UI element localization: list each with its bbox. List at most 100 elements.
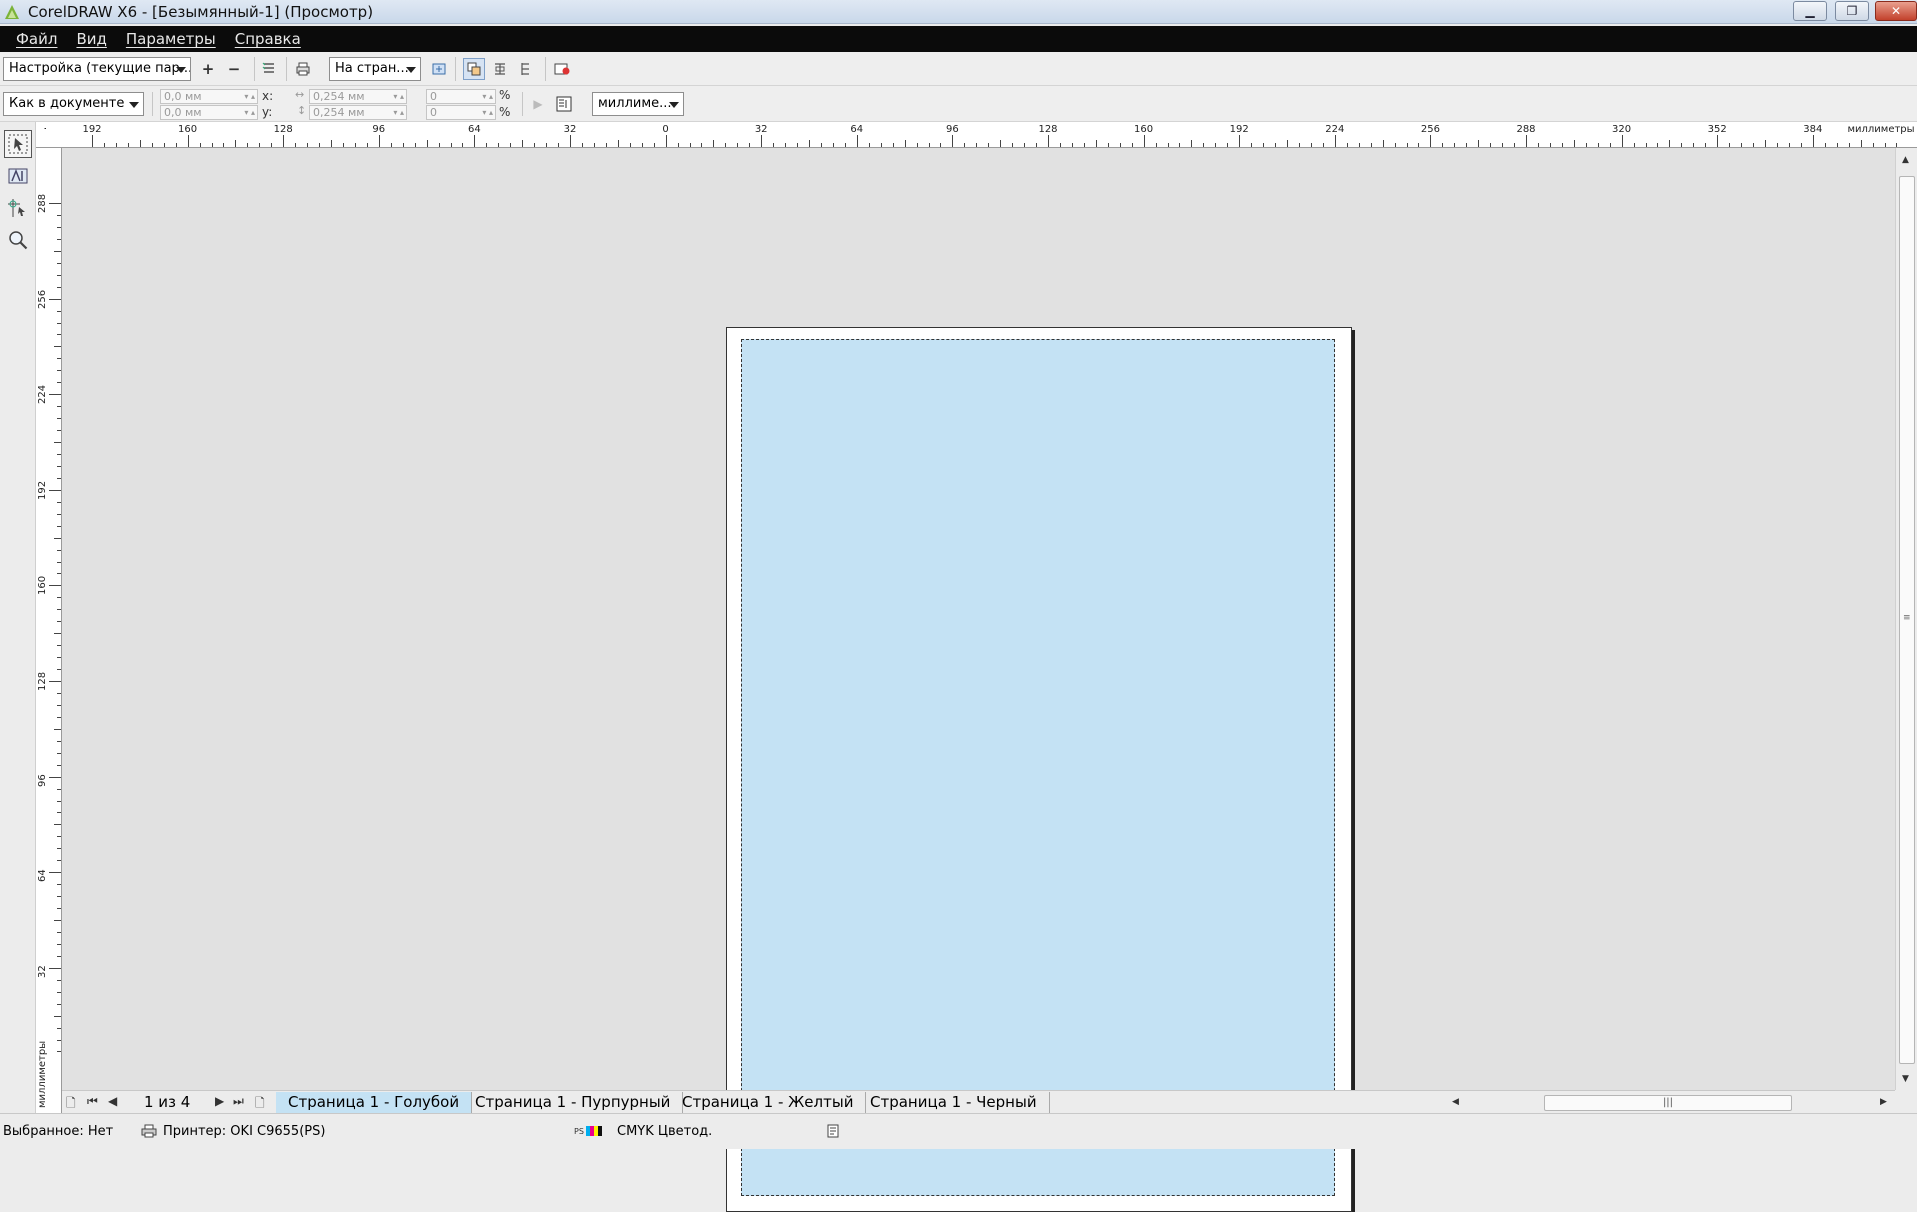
- tab-page-yellow[interactable]: Страница 1 - Желтый: [670, 1092, 867, 1113]
- last-page-icon[interactable]: ⏭: [233, 1094, 244, 1109]
- toolbar-separator: [152, 92, 153, 116]
- height-icon: ↕: [297, 104, 307, 117]
- print-style-combo[interactable]: Настройка (текущие пар...: [3, 57, 191, 81]
- pick-tool[interactable]: [4, 130, 32, 158]
- plus-icon: +: [201, 60, 215, 78]
- ruler-tick: [1179, 143, 1181, 147]
- ruler-tick: [57, 274, 61, 276]
- ruler-tick-label: 128: [273, 124, 293, 135]
- vertical-ruler[interactable]: 288 256 224 192 160 128 96 64 32 миллиметры: [36, 148, 62, 1113]
- add-style-button[interactable]: +: [197, 58, 219, 80]
- imposition-layout-tool[interactable]: [4, 162, 32, 190]
- y-position-field[interactable]: 0,0 мм ▾ ▴: [160, 105, 258, 120]
- height-field[interactable]: 0,254 мм ▾ ▴: [309, 105, 407, 120]
- vertical-scrollbar[interactable]: ▲ ≡ ▼: [1895, 148, 1917, 1090]
- scale-y-value: 0: [430, 106, 437, 119]
- first-page-icon[interactable]: ⏮: [87, 1094, 98, 1109]
- scroll-left-icon[interactable]: ◀: [1452, 1097, 1459, 1107]
- vertical-scroll-thumb[interactable]: ≡: [1899, 176, 1915, 1064]
- ruler-tick: [916, 143, 918, 147]
- scroll-up-icon[interactable]: ▲: [1902, 155, 1909, 165]
- layout-options-button[interactable]: [553, 93, 575, 115]
- ruler-tick-label: 256: [37, 289, 48, 309]
- ruler-tick-label: 128: [1038, 124, 1058, 135]
- zoom-combo[interactable]: На стран...: [329, 57, 421, 81]
- ruler-tick: [57, 597, 61, 599]
- spin-arrows-icon: ▾ ▴: [244, 108, 255, 117]
- ruler-tick: [1263, 143, 1265, 147]
- ruler-tick-label: 384: [1803, 124, 1823, 135]
- ruler-tick: [1800, 143, 1802, 147]
- horizontal-scroll-thumb[interactable]: |||: [1544, 1095, 1792, 1111]
- menu-bar: Файл Вид Параметры Справка: [0, 26, 1917, 52]
- menu-view[interactable]: Вид: [68, 30, 117, 48]
- close-preview-button[interactable]: [551, 58, 573, 80]
- tab-page-black[interactable]: Страница 1 - Черный: [858, 1092, 1050, 1113]
- ruler-tick: [952, 135, 954, 147]
- scroll-right-icon[interactable]: ▶: [1880, 1097, 1887, 1107]
- color-profile-icon: PS: [574, 1126, 602, 1136]
- layout-icon: [556, 96, 572, 112]
- zoom-tool[interactable]: [4, 226, 32, 254]
- restore-button[interactable]: ❐: [1835, 1, 1869, 21]
- page-preview[interactable]: [726, 327, 1352, 1212]
- tab-page-magenta[interactable]: Страница 1 - Пурпурный: [463, 1092, 684, 1113]
- marks-placement-tool[interactable]: [4, 194, 32, 222]
- separations-button[interactable]: [463, 58, 485, 80]
- remove-style-button[interactable]: −: [223, 58, 245, 80]
- ruler-tick: [57, 908, 61, 910]
- position-combo[interactable]: Как в документе: [3, 92, 144, 116]
- ruler-tick: [57, 788, 61, 790]
- invert-button[interactable]: [489, 58, 511, 80]
- x-position-field[interactable]: 0,0 мм ▾ ▴: [160, 89, 258, 104]
- tab-page-cyan[interactable]: Страница 1 - Голубой: [276, 1092, 473, 1113]
- y-position-value: 0,0 мм: [164, 106, 202, 119]
- ruler-tick: [1000, 140, 1002, 147]
- apply-button[interactable]: ▶: [527, 93, 549, 115]
- ruler-tick-label: 160: [37, 576, 48, 596]
- close-button[interactable]: ✕: [1875, 1, 1917, 21]
- previous-page-icon[interactable]: ◀: [108, 1094, 117, 1108]
- ruler-tick: [49, 585, 61, 587]
- ruler-tick: [54, 728, 61, 730]
- ruler-tick: [57, 382, 61, 384]
- menu-settings[interactable]: Параметры: [118, 30, 227, 48]
- ruler-tick: [426, 140, 428, 147]
- ruler-tick: [1872, 143, 1874, 147]
- minus-icon: −: [227, 60, 241, 78]
- add-page-after-icon[interactable]: 🗋: [255, 1094, 265, 1115]
- full-screen-button[interactable]: [428, 58, 450, 80]
- ruler-tick: [57, 848, 61, 850]
- scale-y-field[interactable]: 0 ▾ ▴: [426, 105, 496, 120]
- scroll-down-icon[interactable]: ▼: [1902, 1074, 1909, 1084]
- spin-arrows-icon: ▾ ▴: [482, 92, 493, 101]
- svg-text:PS: PS: [574, 1127, 584, 1136]
- width-field[interactable]: 0,254 мм ▾ ▴: [309, 89, 407, 104]
- units-combo[interactable]: миллиме...: [592, 92, 684, 116]
- zoom-value: На стран...: [335, 61, 409, 76]
- width-value: 0,254 мм: [313, 90, 365, 103]
- menu-help[interactable]: Справка: [227, 30, 312, 48]
- ruler-tick: [1669, 140, 1671, 147]
- ruler-tick: [57, 955, 61, 957]
- ruler-tick: [761, 135, 763, 147]
- print-options-button[interactable]: [258, 58, 280, 80]
- scale-x-field[interactable]: 0 ▾ ▴: [426, 89, 496, 104]
- ruler-tick: [1657, 143, 1659, 147]
- chevron-down-icon: [129, 102, 139, 108]
- mirror-button[interactable]: [515, 58, 537, 80]
- print-button[interactable]: [292, 58, 314, 80]
- ruler-tick: [259, 143, 261, 147]
- document-info-icon[interactable]: [827, 1124, 839, 1138]
- add-page-before-icon[interactable]: 🗋: [66, 1094, 76, 1115]
- minimize-button[interactable]: ▁: [1793, 1, 1827, 21]
- horizontal-scrollbar[interactable]: ◀ ||| ▶: [1450, 1093, 1895, 1113]
- ruler-tick-label: 224: [37, 385, 48, 405]
- next-page-icon[interactable]: ▶: [215, 1094, 224, 1108]
- menu-file[interactable]: Файл: [8, 30, 68, 48]
- horizontal-ruler[interactable]: 192 160 128 96 64 32 0 32 64 96 128 160 192 224 256 288…: [46, 122, 1917, 148]
- toolbar-separator: [254, 57, 255, 81]
- ruler-tick: [1215, 143, 1217, 147]
- preview-canvas[interactable]: [62, 148, 1895, 1212]
- ruler-tick-label: 288: [1516, 124, 1536, 135]
